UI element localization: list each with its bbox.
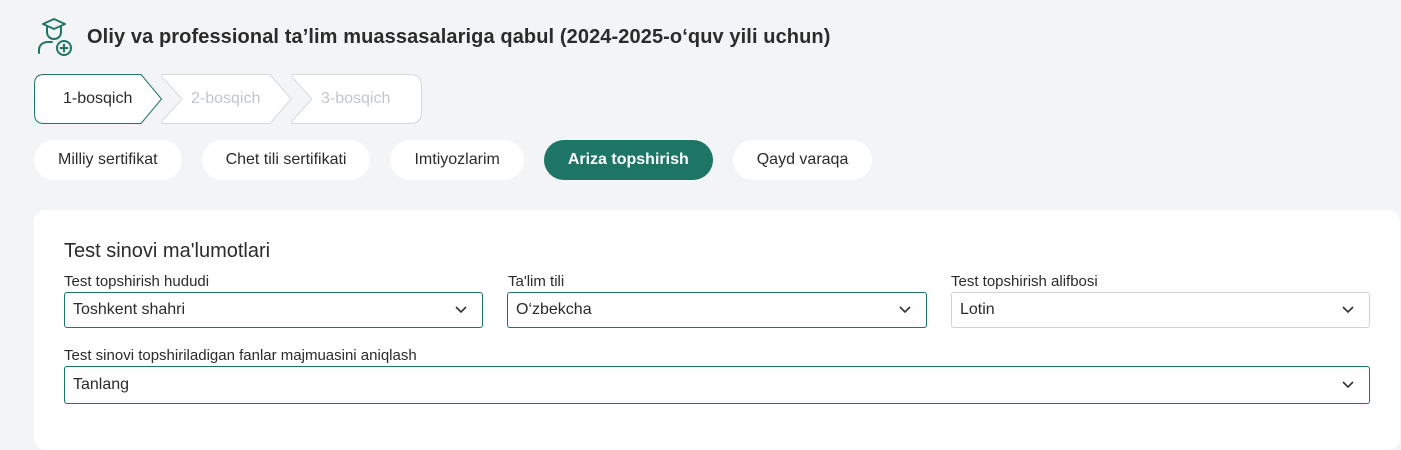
language-select[interactable]: O‘zbekcha: [507, 292, 927, 328]
section-title: Test sinovi ma'lumotlari: [64, 240, 271, 262]
language-value: O‘zbekcha: [516, 301, 592, 318]
chevron-down-icon: [1342, 306, 1354, 314]
page-header: Oliy va professional ta’lim muassasalari…: [36, 17, 831, 57]
alphabet-label: Test topshirish alifbosi: [951, 273, 1098, 290]
tab-privileges[interactable]: Imtiyozlarim: [390, 140, 524, 180]
region-select[interactable]: Toshkent shahri: [64, 292, 483, 328]
chevron-down-icon: [1342, 381, 1354, 389]
region-value: Toshkent shahri: [73, 301, 186, 318]
graduate-add-icon: [38, 18, 72, 56]
tab-registration-sheet[interactable]: Qayd varaqa: [732, 140, 873, 180]
alphabet-select[interactable]: Lotin: [951, 292, 1370, 328]
subjects-value: Tanlang: [73, 376, 130, 393]
tab-foreign-language-certificate[interactable]: Chet tili sertifikati: [201, 140, 371, 180]
step-progress: 1-bosqich 2-bosqich 3-bosqich: [34, 74, 422, 124]
chevron-down-icon: [455, 306, 467, 314]
tab-bar: Milliy sertifikat Chet tili sertifikati …: [34, 140, 892, 180]
step-1-label[interactable]: 1-bosqich: [63, 74, 132, 124]
form-card: Test sinovi ma'lumotlari Test topshirish…: [34, 210, 1400, 450]
subjects-select[interactable]: Tanlang: [64, 366, 1370, 404]
step-3-label[interactable]: 3-bosqich: [321, 74, 390, 124]
subjects-label: Test sinovi topshiriladigan fanlar majmu…: [64, 347, 417, 364]
tab-national-certificate[interactable]: Milliy sertifikat: [34, 140, 182, 180]
language-label: Ta'lim tili: [508, 273, 565, 290]
alphabet-value: Lotin: [960, 301, 995, 318]
page-title: Oliy va professional ta’lim muassasalari…: [87, 25, 831, 48]
tab-submit-application[interactable]: Ariza topshirish: [543, 140, 713, 180]
step-2-label[interactable]: 2-bosqich: [191, 74, 260, 124]
chevron-down-icon: [899, 306, 911, 314]
region-label: Test topshirish hududi: [64, 273, 210, 290]
